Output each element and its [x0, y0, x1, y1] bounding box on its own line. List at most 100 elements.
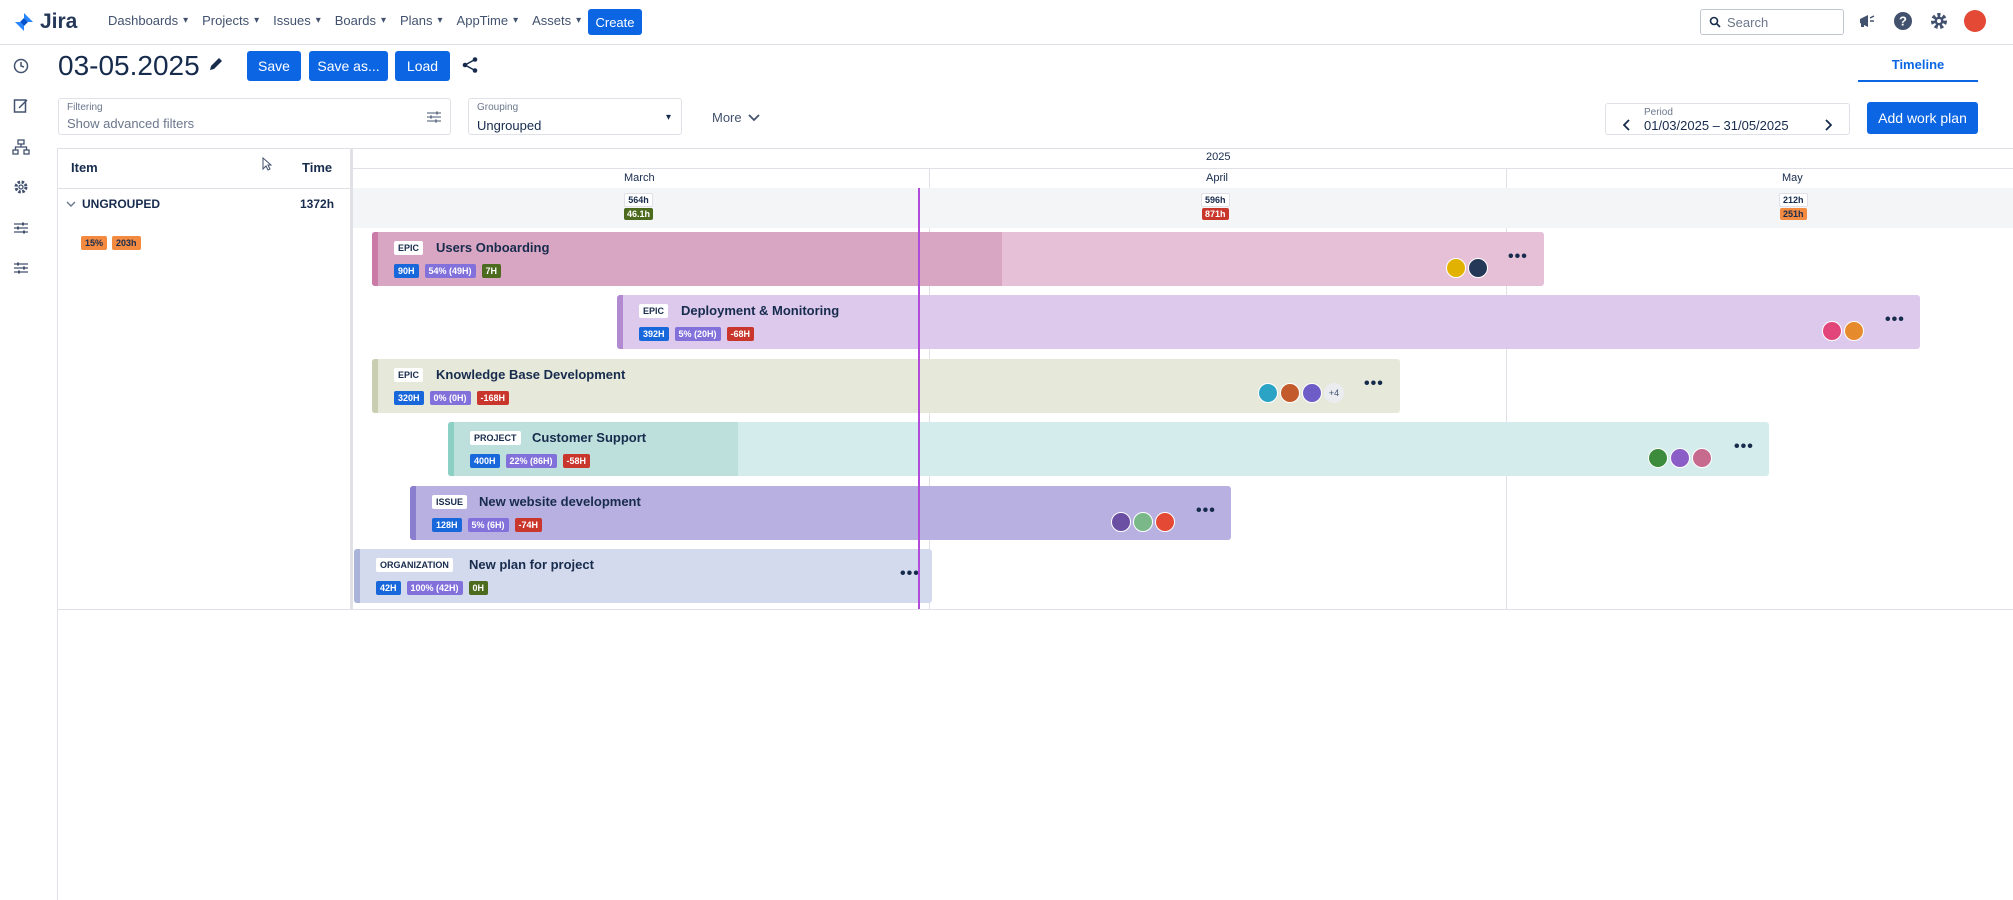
nav-plans-label: Plans: [399, 13, 433, 28]
capacity-march: 564h 46.1h: [624, 193, 654, 220]
bar-title: New plan for project: [469, 557, 594, 572]
bar-accent: [354, 549, 360, 603]
sliders-icon[interactable]: [10, 217, 32, 239]
search-input[interactable]: Search: [1700, 9, 1844, 35]
bar-accent: [372, 232, 378, 286]
timeline-bar-knowledge-base[interactable]: EPIC Knowledge Base Development 320H 0% …: [372, 359, 1400, 413]
filtering-field[interactable]: Filtering Show advanced filters: [58, 98, 451, 135]
period-value: 01/03/2025 – 31/05/2025: [1644, 118, 1789, 133]
estimate-badge: 90H: [394, 264, 419, 278]
filter-settings-icon[interactable]: [426, 110, 442, 129]
more-options-icon[interactable]: •••: [1508, 248, 1528, 266]
user-avatar[interactable]: [1964, 10, 1986, 32]
nav-dashboards[interactable]: Dashboards ▾: [108, 13, 188, 28]
pencil-icon[interactable]: [208, 56, 224, 77]
timeline-bar-customer-support[interactable]: PROJECT Customer Support 400H 22% (86H) …: [448, 422, 1769, 476]
bar-title: Users Onboarding: [436, 240, 550, 255]
nav-assets-label: Assets: [532, 13, 572, 28]
settings-icon[interactable]: [10, 176, 32, 198]
avatar[interactable]: [1844, 321, 1864, 341]
bar-type-tag: ISSUE: [432, 495, 468, 509]
hierarchy-icon[interactable]: [10, 136, 32, 158]
nav-boards[interactable]: Boards ▾: [335, 13, 386, 28]
column-header-time: Time: [302, 160, 333, 175]
bar-accent: [448, 422, 454, 476]
capacity-may: 212h 251h: [1779, 193, 1808, 220]
avatar[interactable]: [1280, 383, 1300, 403]
nav-projects[interactable]: Projects ▾: [202, 13, 259, 28]
page-title: 03-05.2025: [58, 50, 200, 81]
filters-icon[interactable]: [10, 257, 32, 279]
timeline-bar-new-plan[interactable]: ORGANIZATION New plan for project 42H 10…: [354, 549, 932, 603]
filtering-label: Filtering: [67, 102, 103, 113]
load-button[interactable]: Load: [395, 51, 450, 81]
remaining-badge: 0H: [468, 581, 489, 595]
capacity-remaining: 46.1h: [624, 208, 654, 220]
chevron-left-icon[interactable]: [1622, 118, 1631, 134]
group-name: UNGROUPED: [82, 197, 161, 211]
avatar[interactable]: [1446, 258, 1466, 278]
megaphone-icon[interactable]: [1856, 10, 1878, 32]
jira-logo[interactable]: Jira: [14, 10, 77, 34]
grouping-select[interactable]: Grouping Ungrouped ▾: [468, 98, 682, 135]
nav-plans[interactable]: Plans ▾: [400, 13, 443, 28]
avatar[interactable]: [1111, 512, 1131, 532]
more-options-icon[interactable]: •••: [1196, 502, 1216, 520]
nav-assets[interactable]: Assets ▾: [532, 13, 581, 28]
timeline-bar-deployment-monitoring[interactable]: EPIC Deployment & Monitoring 392H 5% (20…: [617, 295, 1920, 349]
help-icon[interactable]: ?: [1892, 10, 1914, 32]
nav-issues-label: Issues: [273, 13, 311, 28]
save-as-button[interactable]: Save as...: [309, 51, 388, 81]
search-placeholder: Search: [1727, 14, 1769, 30]
timeline-bar-users-onboarding[interactable]: EPIC Users Onboarding 90H 54% (49H) 7H •…: [372, 232, 1544, 286]
bar-accent: [372, 359, 378, 413]
chevron-down-icon: ▾: [380, 15, 386, 26]
avatar[interactable]: [1648, 448, 1668, 468]
avatar[interactable]: [1822, 321, 1842, 341]
nav-boards-label: Boards: [334, 13, 376, 28]
nav-apptime[interactable]: AppTime ▾: [457, 13, 519, 28]
timeline-bar-new-website[interactable]: ISSUE New website development 128H 5% (6…: [410, 486, 1231, 540]
group-header[interactable]: UNGROUPED: [66, 197, 160, 211]
more-options-icon[interactable]: •••: [900, 565, 920, 583]
edit-list-icon[interactable]: [10, 95, 32, 117]
month-label-may: May: [1782, 172, 1803, 184]
add-work-plan-button[interactable]: Add work plan: [1867, 102, 1978, 134]
search-icon: [1709, 16, 1721, 28]
avatar[interactable]: [1302, 383, 1322, 403]
group-pct-badge: 15%: [81, 236, 108, 250]
share-icon[interactable]: [461, 56, 479, 79]
chevron-down-icon: ▾: [513, 15, 519, 26]
column-header-item: Item: [71, 160, 98, 175]
chevron-right-icon[interactable]: [1824, 118, 1833, 134]
chevron-down-icon: ▾: [665, 112, 671, 123]
avatar[interactable]: [1155, 512, 1175, 532]
bar-type-tag: EPIC: [394, 368, 424, 382]
bar-type-tag: ORGANIZATION: [376, 558, 453, 572]
clock-icon[interactable]: [10, 55, 32, 77]
capacity-april: 596h 871h: [1201, 193, 1230, 220]
progress-badge: 100% (42H): [406, 581, 463, 595]
divider: [57, 609, 2013, 610]
year-label: 2025: [1206, 151, 1231, 163]
avatar[interactable]: [1670, 448, 1690, 468]
create-button[interactable]: Create: [588, 9, 642, 35]
tab-timeline[interactable]: Timeline: [1858, 57, 1978, 72]
avatar[interactable]: [1468, 258, 1488, 278]
avatar[interactable]: [1258, 383, 1278, 403]
more-options-icon[interactable]: •••: [1364, 375, 1384, 393]
more-avatars-badge[interactable]: +4: [1324, 383, 1344, 403]
gear-icon[interactable]: [1928, 10, 1950, 32]
group-hours-badge: 203h: [112, 236, 141, 250]
avatar[interactable]: [1133, 512, 1153, 532]
save-button[interactable]: Save: [247, 51, 301, 81]
more-button[interactable]: More: [712, 110, 760, 125]
nav-issues[interactable]: Issues ▾: [273, 13, 321, 28]
more-label: More: [712, 110, 742, 125]
mouse-cursor-icon: [262, 156, 273, 176]
more-options-icon[interactable]: •••: [1885, 311, 1905, 329]
avatar[interactable]: [1692, 448, 1712, 468]
more-options-icon[interactable]: •••: [1734, 438, 1754, 456]
remaining-badge: -68H: [726, 327, 755, 341]
period-field[interactable]: Period 01/03/2025 – 31/05/2025: [1605, 103, 1850, 135]
